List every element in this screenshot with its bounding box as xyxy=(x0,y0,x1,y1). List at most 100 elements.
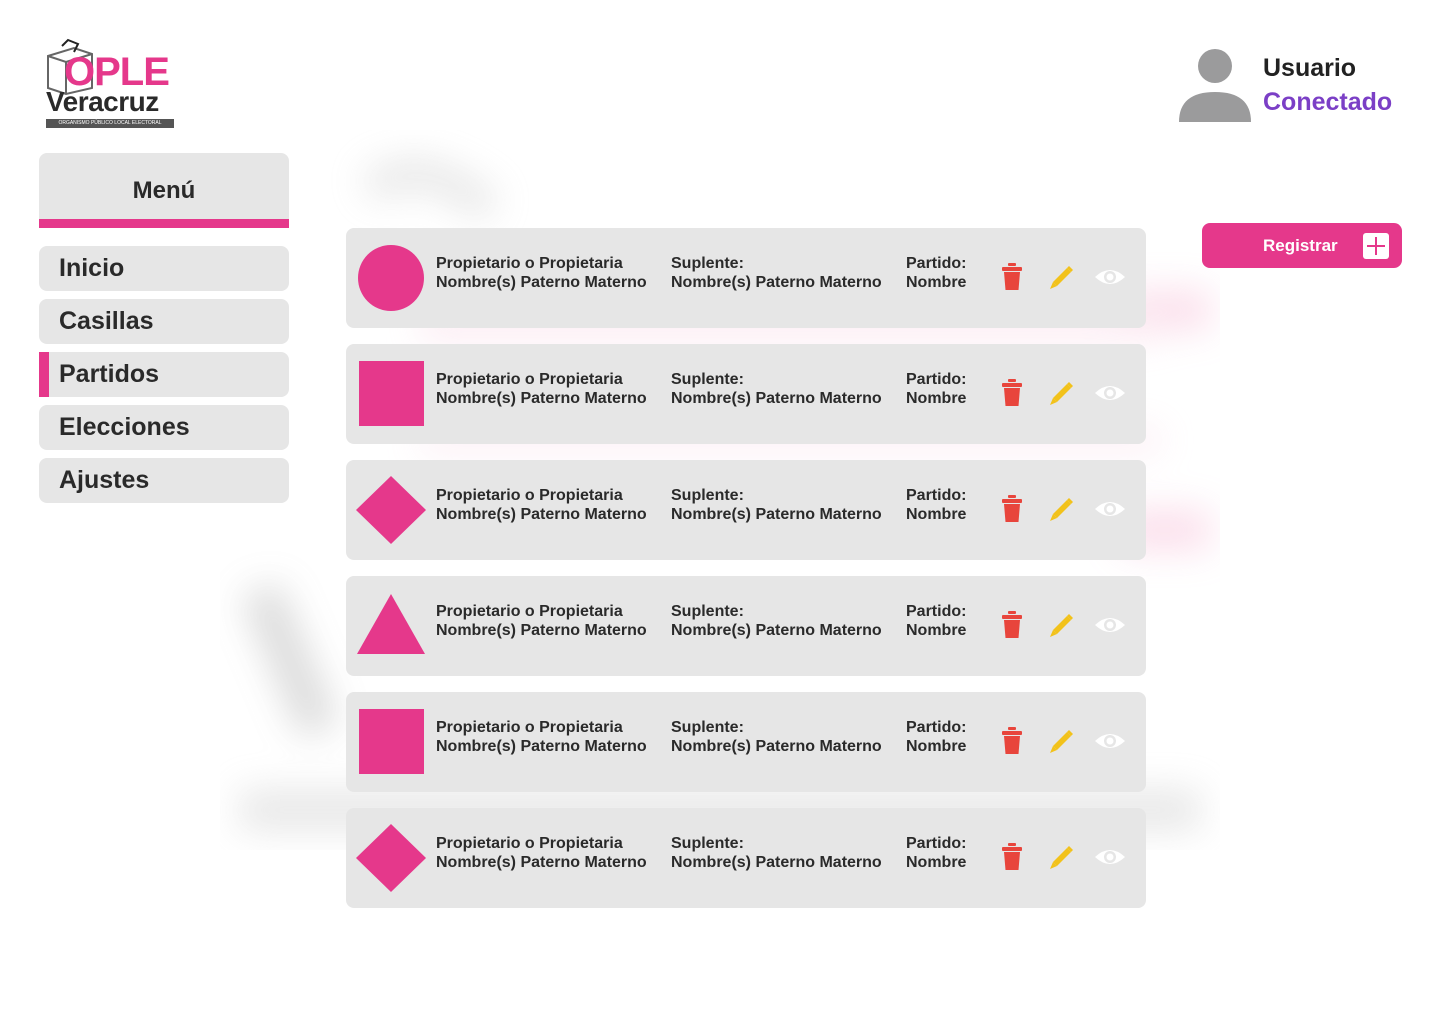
pencil-icon[interactable] xyxy=(1047,262,1075,292)
eye-icon[interactable] xyxy=(1094,378,1126,408)
owner-label: Propietario o Propietaria xyxy=(436,255,623,272)
party-label: Partido: xyxy=(906,371,967,388)
alternate-column: Suplente: Nombre(s) Paterno Materno xyxy=(671,834,882,872)
party-emblem-square xyxy=(356,360,426,428)
trash-icon[interactable] xyxy=(998,842,1026,872)
user-name: Usuario xyxy=(1263,54,1357,82)
owner-column: Propietario o Propietaria Nombre(s) Pater… xyxy=(436,718,647,756)
alternate-label: Suplente: xyxy=(671,719,744,736)
owner-column: Propietario o Propietaria Nombre(s) Pater… xyxy=(436,834,647,872)
alternate-label: Suplente: xyxy=(671,487,744,504)
party-emblem-diamond xyxy=(356,476,426,544)
menu-title-underline xyxy=(39,219,289,228)
pencil-icon[interactable] xyxy=(1047,610,1075,640)
logo-subtitle: Veracruz xyxy=(46,86,159,117)
alternate-name: Nombre(s) Paterno Materno xyxy=(671,622,882,639)
owner-name: Nombre(s) Paterno Materno xyxy=(436,506,647,523)
party-label: Partido: xyxy=(906,487,967,504)
owner-name: Nombre(s) Paterno Materno xyxy=(436,390,647,407)
user-connection-status: Conectado xyxy=(1263,88,1393,116)
party-name: Nombre xyxy=(906,506,967,523)
alternate-column: Suplente: Nombre(s) Paterno Materno xyxy=(671,254,882,292)
owner-column: Propietario o Propietaria Nombre(s) Pater… xyxy=(436,486,647,524)
alternate-column: Suplente: Nombre(s) Paterno Materno xyxy=(671,370,882,408)
alternate-name: Nombre(s) Paterno Materno xyxy=(671,506,882,523)
trash-icon[interactable] xyxy=(998,494,1026,524)
party-card: Propietario o Propietaria Nombre(s) Pater… xyxy=(346,808,1146,908)
party-card: Propietario o Propietaria Nombre(s) Pater… xyxy=(346,344,1146,444)
owner-name: Nombre(s) Paterno Materno xyxy=(436,622,647,639)
owner-label: Propietario o Propietaria xyxy=(436,371,623,388)
alternate-label: Suplente: xyxy=(671,255,744,272)
alternate-label: Suplente: xyxy=(671,371,744,388)
pencil-icon[interactable] xyxy=(1047,726,1075,756)
owner-name: Nombre(s) Paterno Materno xyxy=(436,738,647,755)
party-emblem-circle xyxy=(356,244,426,312)
menu-header: Menú xyxy=(39,153,289,228)
alternate-column: Suplente: Nombre(s) Paterno Materno xyxy=(671,602,882,640)
party-emblem-triangle xyxy=(356,592,426,660)
sidebar-item-label: Ajustes xyxy=(59,466,150,494)
pencil-icon[interactable] xyxy=(1047,378,1075,408)
trash-icon[interactable] xyxy=(998,610,1026,640)
alternate-label: Suplente: xyxy=(671,835,744,852)
eye-icon[interactable] xyxy=(1094,610,1126,640)
owner-column: Propietario o Propietaria Nombre(s) Pater… xyxy=(436,254,647,292)
alternate-name: Nombre(s) Paterno Materno xyxy=(671,738,882,755)
user-status-panel: Usuario Conectado xyxy=(1176,46,1406,126)
sidebar-item-ajustes[interactable]: Ajustes xyxy=(39,458,289,503)
party-name: Nombre xyxy=(906,854,967,871)
party-emblem-diamond xyxy=(356,824,426,892)
trash-icon[interactable] xyxy=(998,378,1026,408)
menu-title: Menú xyxy=(132,177,196,204)
owner-label: Propietario o Propietaria xyxy=(436,603,623,620)
party-name: Nombre xyxy=(906,622,967,639)
party-column: Partido: Nombre xyxy=(906,834,966,872)
party-emblem-square xyxy=(356,708,426,776)
eye-icon[interactable] xyxy=(1094,262,1126,292)
owner-label: Propietario o Propietaria xyxy=(436,487,623,504)
party-name: Nombre xyxy=(906,274,967,291)
sidebar-item-label: Casillas xyxy=(59,307,154,335)
party-column: Partido: Nombre xyxy=(906,370,966,408)
sidebar-item-partidos[interactable]: Partidos xyxy=(39,352,289,397)
party-card: Propietario o Propietaria Nombre(s) Pater… xyxy=(346,692,1146,792)
sidebar-item-label: Partidos xyxy=(59,360,160,388)
logo-tagline: ORGANISMO PÚBLICO LOCAL ELECTORAL xyxy=(46,119,174,128)
owner-label: Propietario o Propietaria xyxy=(436,719,623,736)
party-column: Partido: Nombre xyxy=(906,602,966,640)
eye-icon[interactable] xyxy=(1094,494,1126,524)
party-label: Partido: xyxy=(906,835,967,852)
alternate-column: Suplente: Nombre(s) Paterno Materno xyxy=(671,718,882,756)
party-column: Partido: Nombre xyxy=(906,718,966,756)
alternate-column: Suplente: Nombre(s) Paterno Materno xyxy=(671,486,882,524)
party-card: Propietario o Propietaria Nombre(s) Pater… xyxy=(346,228,1146,328)
owner-name: Nombre(s) Paterno Materno xyxy=(436,854,647,871)
pencil-icon[interactable] xyxy=(1047,494,1075,524)
party-column: Partido: Nombre xyxy=(906,254,966,292)
alternate-name: Nombre(s) Paterno Materno xyxy=(671,390,882,407)
party-label: Partido: xyxy=(906,603,967,620)
party-card: Propietario o Propietaria Nombre(s) Pater… xyxy=(346,460,1146,560)
ople-logo: OPLE Veracruz ORGANISMO PÚBLICO LOCAL EL… xyxy=(44,38,178,130)
eye-icon[interactable] xyxy=(1094,726,1126,756)
sidebar-item-inicio[interactable]: Inicio xyxy=(39,246,289,291)
eye-icon[interactable] xyxy=(1094,842,1126,872)
trash-icon[interactable] xyxy=(998,726,1026,756)
owner-column: Propietario o Propietaria Nombre(s) Pater… xyxy=(436,602,647,640)
trash-icon[interactable] xyxy=(998,262,1026,292)
sidebar-item-elecciones[interactable]: Elecciones xyxy=(39,405,289,450)
party-name: Nombre xyxy=(906,390,967,407)
register-button[interactable]: Registrar xyxy=(1202,223,1402,268)
alternate-label: Suplente: xyxy=(671,603,744,620)
party-column: Partido: Nombre xyxy=(906,486,966,524)
sidebar-item-label: Elecciones xyxy=(59,413,190,441)
party-name: Nombre xyxy=(906,738,967,755)
party-label: Partido: xyxy=(906,719,967,736)
sidebar-item-casillas[interactable]: Casillas xyxy=(39,299,289,344)
alternate-name: Nombre(s) Paterno Materno xyxy=(671,274,882,291)
pencil-icon[interactable] xyxy=(1047,842,1075,872)
owner-column: Propietario o Propietaria Nombre(s) Pater… xyxy=(436,370,647,408)
sidebar-item-label: Inicio xyxy=(59,254,125,282)
user-avatar-icon xyxy=(1179,49,1251,122)
